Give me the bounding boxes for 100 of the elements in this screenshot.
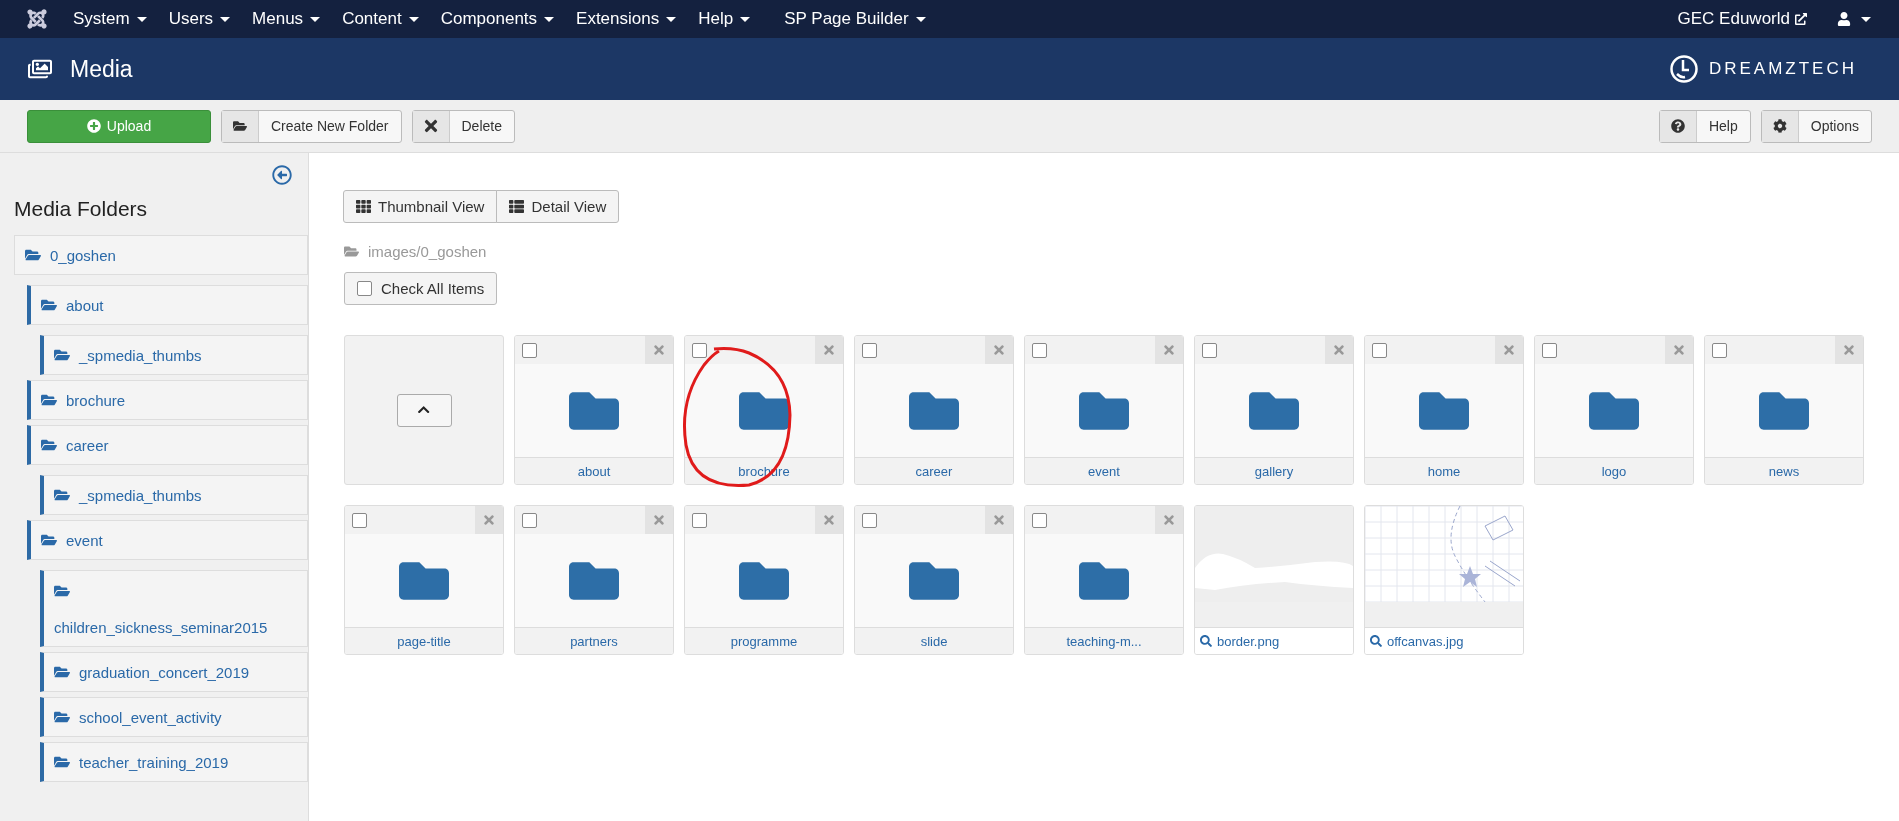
- folder-tree-item[interactable]: career: [27, 425, 308, 465]
- view-button[interactable]: Detail View: [496, 190, 620, 223]
- list-icon: [509, 199, 525, 214]
- delete-button[interactable]: [1325, 336, 1353, 364]
- folder-name[interactable]: news: [1705, 457, 1863, 484]
- brand-name: DREAMZTECH: [1708, 59, 1857, 79]
- delete-button[interactable]: [1495, 336, 1523, 364]
- menu-item[interactable]: Components: [429, 9, 566, 29]
- delete-button[interactable]: [985, 336, 1013, 364]
- help-button[interactable]: Help: [1658, 109, 1751, 143]
- menu-item[interactable]: Menus: [241, 9, 332, 29]
- delete-button[interactable]: [1835, 336, 1863, 364]
- folder-name[interactable]: page-title: [345, 627, 503, 654]
- folder-name[interactable]: event: [1025, 457, 1183, 484]
- close-icon: [482, 513, 496, 527]
- folder-tree-item[interactable]: _spmedia_thumbs: [40, 335, 308, 375]
- folder-icon: [25, 247, 41, 263]
- close-icon: [1162, 513, 1176, 527]
- folder-tree-item[interactable]: teacher_training_2019: [40, 742, 308, 782]
- menu-item[interactable]: SP Page Builder: [773, 9, 937, 29]
- page-title: Media: [70, 55, 133, 83]
- caret-icon: [220, 16, 231, 22]
- collapse-button[interactable]: [272, 165, 292, 185]
- logo-icon[interactable]: [26, 8, 48, 30]
- delete-button[interactable]: [1665, 336, 1693, 364]
- checkbox[interactable]: [522, 342, 537, 358]
- help-icon: [1670, 119, 1685, 133]
- folder-icon: [41, 437, 57, 453]
- close-icon: [1162, 343, 1176, 357]
- up-button[interactable]: [396, 393, 452, 427]
- folder-name[interactable]: partners: [515, 627, 673, 654]
- delete-button[interactable]: [985, 506, 1013, 534]
- caret-icon: [666, 16, 677, 22]
- check-all-button[interactable]: Check All Items: [344, 272, 498, 305]
- checkbox[interactable]: [357, 281, 372, 296]
- menu-item[interactable]: Extensions: [565, 9, 688, 29]
- folder-icon: [41, 532, 57, 548]
- delete-button[interactable]: [1155, 506, 1183, 534]
- images-icon: [28, 57, 52, 81]
- delete-button[interactable]: Delete: [411, 109, 515, 143]
- folder-tree-item[interactable]: 0_goshen: [14, 235, 308, 275]
- caret-icon: [408, 16, 419, 22]
- folder-icon: [344, 244, 359, 259]
- folder-tree-item[interactable]: children_sickness_seminar2015: [40, 570, 308, 647]
- checkbox[interactable]: [692, 512, 707, 528]
- external-link-icon: [1795, 13, 1807, 25]
- menu-item[interactable]: System: [62, 9, 158, 29]
- folder-name[interactable]: logo: [1535, 457, 1693, 484]
- close-icon: [1842, 343, 1856, 357]
- search-icon: [1200, 635, 1212, 647]
- menu-item[interactable]: Content: [331, 9, 430, 29]
- folder-name[interactable]: teaching-m...: [1025, 627, 1183, 654]
- menu-item[interactable]: Help: [687, 9, 762, 29]
- folder-name[interactable]: gallery: [1195, 457, 1353, 484]
- caret-icon: [915, 16, 926, 22]
- folder-name[interactable]: about: [515, 457, 673, 484]
- menu-item[interactable]: Users: [157, 9, 242, 29]
- folder-name[interactable]: programme: [685, 627, 843, 654]
- checkbox[interactable]: [352, 512, 367, 528]
- delete-button[interactable]: [645, 506, 673, 534]
- folder-icon: [54, 754, 70, 770]
- delete-button[interactable]: [1155, 336, 1183, 364]
- checkbox[interactable]: [862, 342, 877, 358]
- folder-name[interactable]: slide: [855, 627, 1013, 654]
- caret-icon: [136, 16, 147, 22]
- close-icon: [992, 343, 1006, 357]
- user-menu-button[interactable]: [1837, 12, 1871, 26]
- delete-button[interactable]: [645, 336, 673, 364]
- folder-icon: [54, 487, 70, 503]
- user-icon: [1837, 12, 1851, 26]
- folder-tree-item[interactable]: brochure: [27, 380, 308, 420]
- view-button[interactable]: Thumbnail View: [343, 190, 498, 223]
- folder-button[interactable]: Create New Folder: [221, 109, 402, 143]
- folder-tree-item[interactable]: school_event_activity: [40, 697, 308, 737]
- checkbox[interactable]: [1712, 342, 1727, 358]
- settings-icon: [1772, 119, 1787, 133]
- folder-tree-item[interactable]: about: [27, 285, 308, 325]
- checkbox[interactable]: [1032, 512, 1047, 528]
- delete-button[interactable]: [815, 506, 843, 534]
- site-link[interactable]: GEC Eduworld: [1677, 9, 1807, 29]
- delete-button[interactable]: [815, 336, 843, 364]
- checkbox[interactable]: [1542, 342, 1557, 358]
- checkbox[interactable]: [1032, 342, 1047, 358]
- folder-tree-item[interactable]: _spmedia_thumbs: [40, 475, 308, 515]
- close-icon: [822, 513, 836, 527]
- image-name[interactable]: offcanvas.jpg: [1365, 627, 1523, 654]
- delete-button[interactable]: [475, 506, 503, 534]
- folder-name[interactable]: home: [1365, 457, 1523, 484]
- folder-tree-item[interactable]: graduation_concert_2019: [40, 652, 308, 692]
- sidebar-title: Media Folders: [14, 197, 149, 221]
- checkbox[interactable]: [1202, 342, 1217, 358]
- folder-tree-item[interactable]: event: [27, 520, 308, 560]
- checkbox[interactable]: [522, 512, 537, 528]
- upload-button[interactable]: Upload: [27, 109, 211, 143]
- checkbox[interactable]: [862, 512, 877, 528]
- checkbox[interactable]: [692, 342, 707, 358]
- checkbox[interactable]: [1372, 342, 1387, 358]
- image-name[interactable]: border.png: [1195, 627, 1353, 654]
- folder-name[interactable]: career: [855, 457, 1013, 484]
- options-button[interactable]: Options: [1760, 109, 1872, 143]
